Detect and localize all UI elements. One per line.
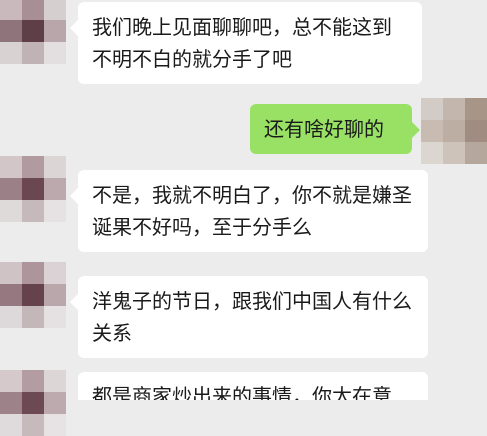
message-text: 都是商家炒出来的事情，你太在意 <box>92 384 392 400</box>
message-bubble-incoming[interactable]: 不是，我就不明白了，你不就是嫌圣诞果不好吗，至于分手么 <box>70 170 428 252</box>
message-bubble-incoming[interactable]: 洋鬼子的节日，跟我们中国人有什么关系 <box>70 276 428 358</box>
message-text: 还有啥好聊的 <box>264 117 384 141</box>
contact-avatar[interactable] <box>0 262 66 328</box>
message-text: 不是，我就不明白了，你不就是嫌圣诞果不好吗，至于分手么 <box>92 183 412 239</box>
chat-area[interactable]: 我们晚上见面聊聊吧，总不能这到不明不白的就分手了吧 还有啥好聊的 不是，我就不明… <box>0 0 487 436</box>
contact-avatar[interactable] <box>0 0 66 64</box>
message-bubble-incoming[interactable]: 都是商家炒出来的事情，你太在意 <box>78 372 428 400</box>
message-bubble-outgoing[interactable]: 还有啥好聊的 <box>250 104 420 154</box>
message-text: 洋鬼子的节日，跟我们中国人有什么关系 <box>92 289 412 345</box>
message-bubble-incoming[interactable]: 我们晚上见面聊聊吧，总不能这到不明不白的就分手了吧 <box>70 2 422 84</box>
contact-avatar[interactable] <box>0 370 66 436</box>
self-avatar[interactable] <box>421 98 487 164</box>
contact-avatar[interactable] <box>0 156 66 222</box>
message-text: 我们晚上见面聊聊吧，总不能这到不明不白的就分手了吧 <box>92 15 392 71</box>
